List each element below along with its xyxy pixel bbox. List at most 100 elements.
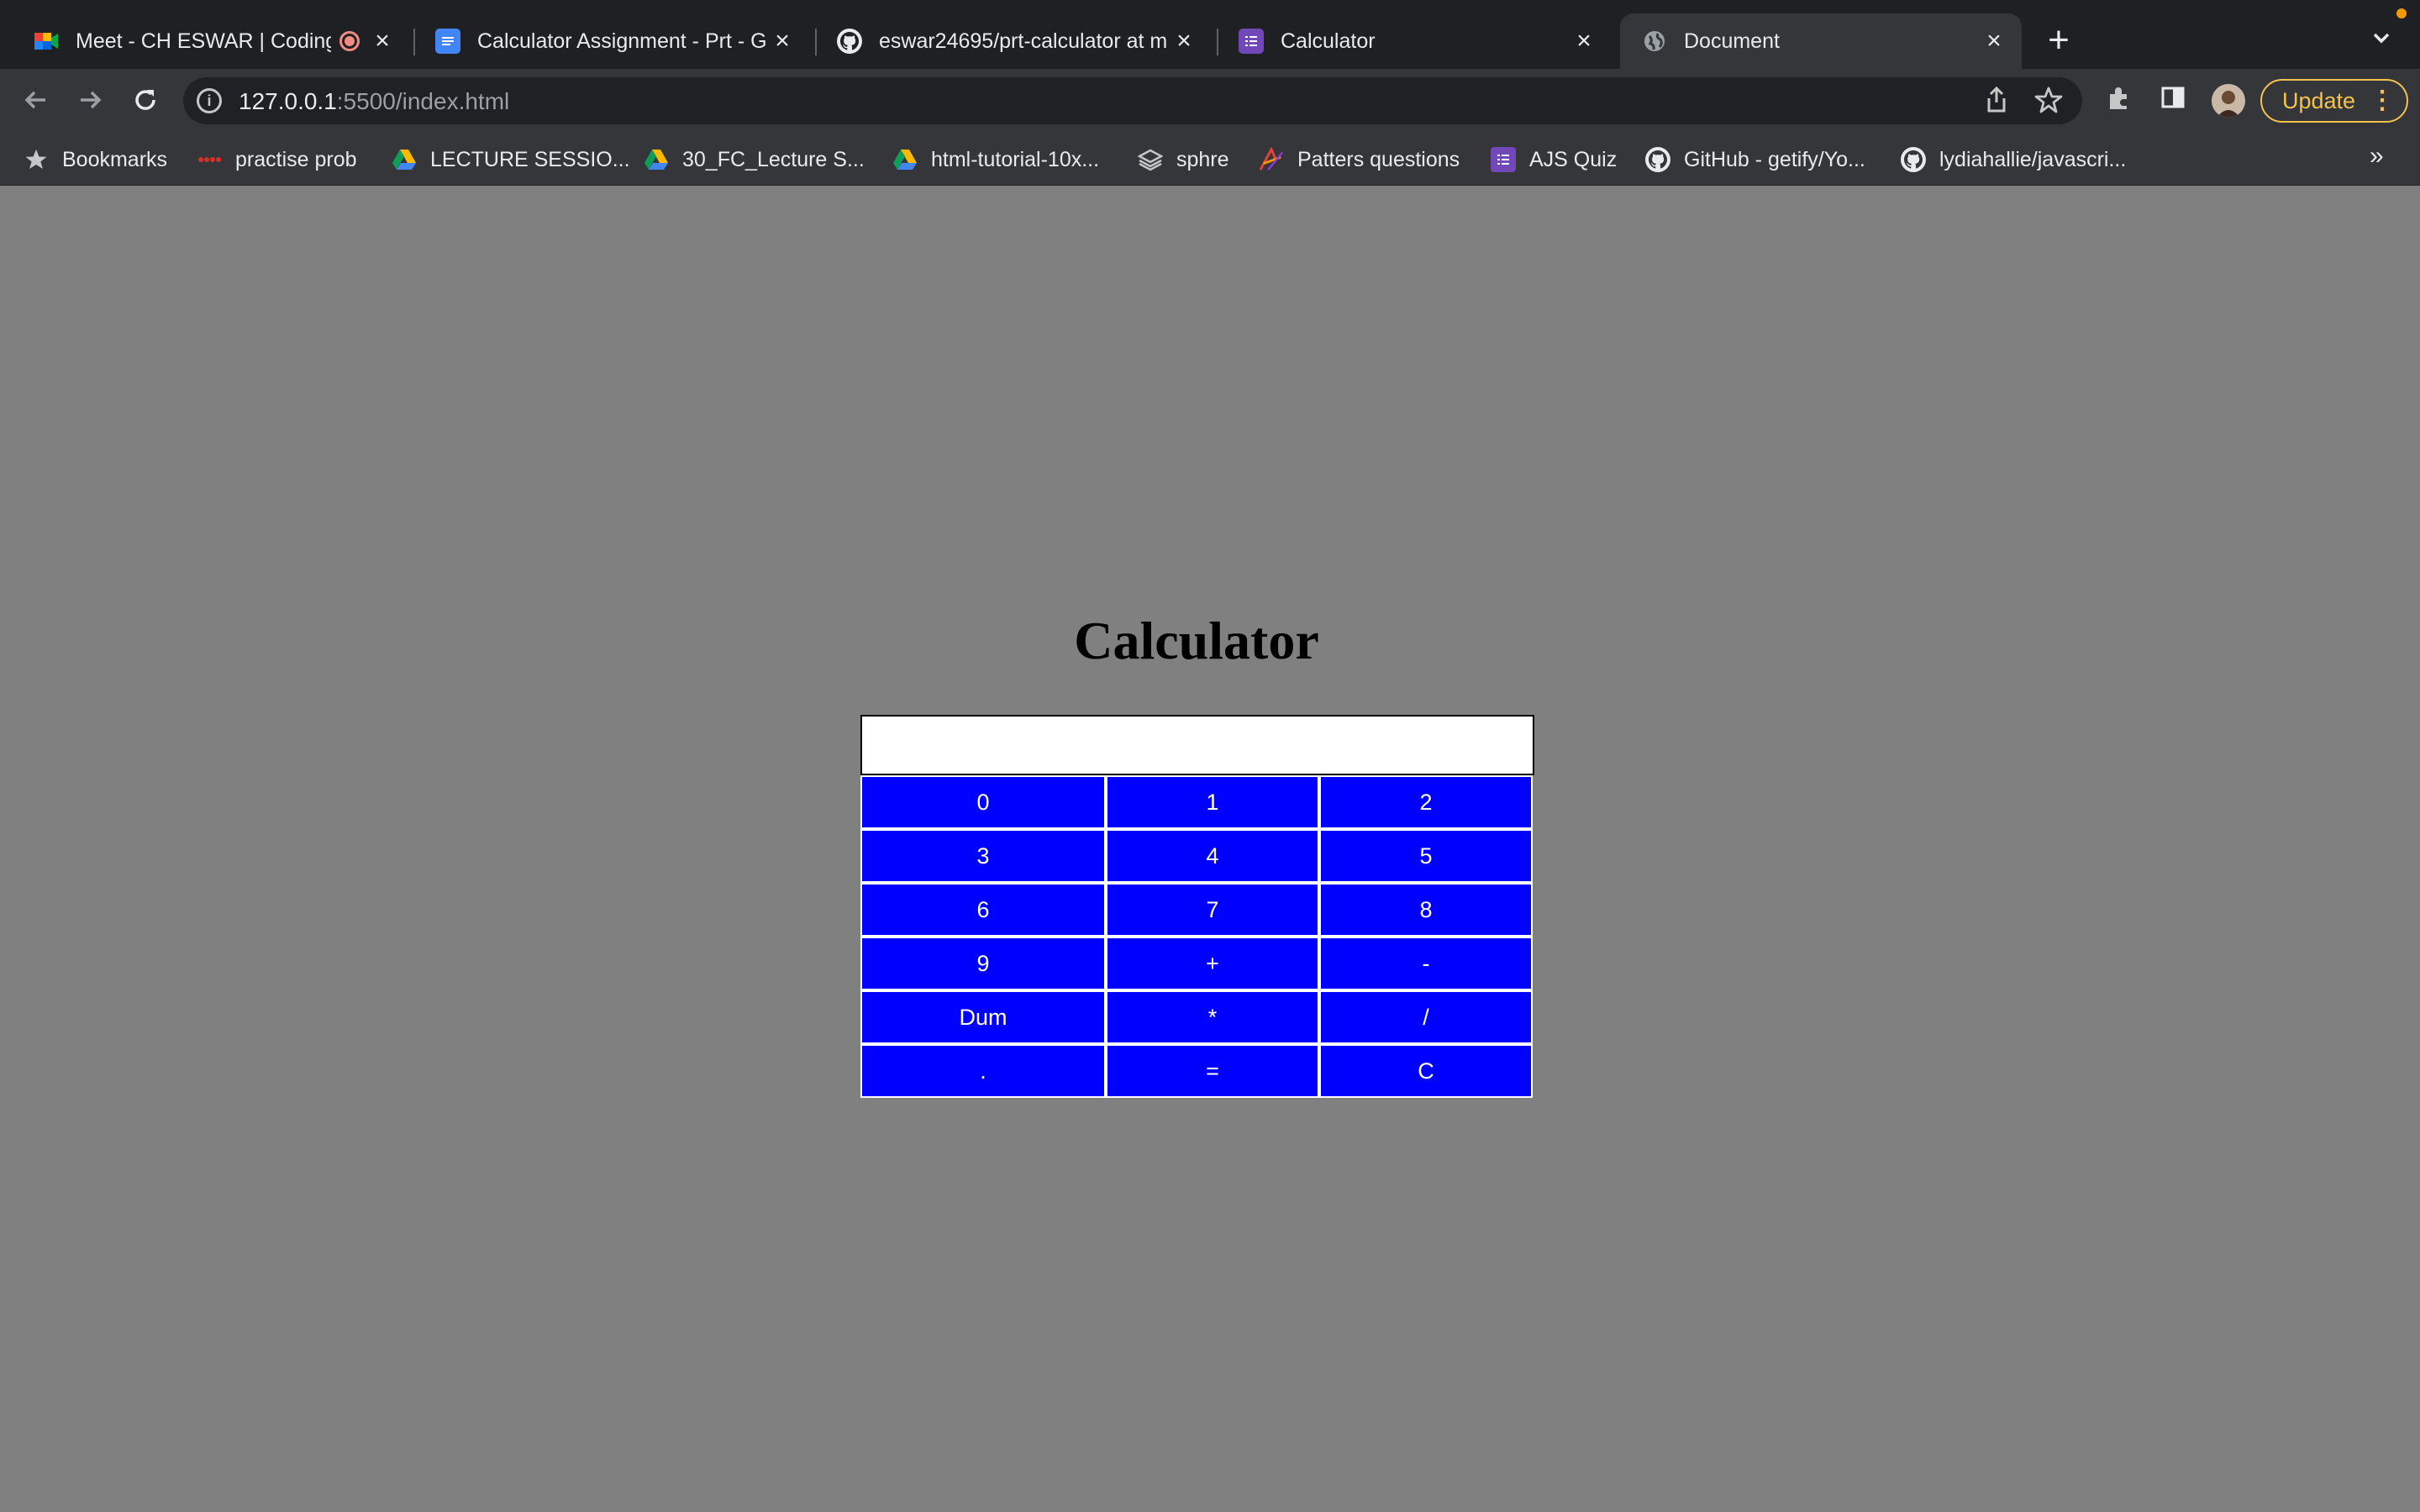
address-bar[interactable]: i 127.0.0.1:5500/index.html: [183, 77, 2082, 124]
key-8[interactable]: 8: [1319, 883, 1533, 937]
reload-button[interactable]: [124, 79, 166, 121]
bookmark-label: practise prob: [235, 147, 357, 171]
bookmark-label: AJS Quiz: [1529, 147, 1618, 171]
close-tab-icon[interactable]: ×: [770, 27, 795, 55]
github-icon: [1645, 147, 1670, 172]
key-dum[interactable]: Dum: [860, 990, 1106, 1044]
bookmark-label: Bookmarks: [62, 147, 168, 171]
keypad-row: 3 4 5: [860, 829, 1533, 883]
page-content: Calculator 0 1 2 3 4 5 6 7 8 9 + - Dum *…: [0, 186, 2420, 1512]
site-info-icon[interactable]: i: [197, 88, 222, 113]
close-tab-icon[interactable]: ×: [1171, 27, 1197, 55]
bookmark-github-getify[interactable]: GitHub - getify/Yo...: [1645, 145, 1865, 174]
key-4[interactable]: 4: [1106, 829, 1319, 883]
bookmark-label: LECTURE SESSIO...: [430, 147, 630, 171]
forms-list-icon: [1239, 29, 1264, 54]
forms-list-icon: [1491, 147, 1516, 172]
close-tab-icon[interactable]: ×: [1571, 27, 1597, 55]
tab-calculator[interactable]: Calculator ×: [1205, 13, 1612, 69]
profile-avatar[interactable]: [2212, 84, 2245, 118]
key-7[interactable]: 7: [1106, 883, 1319, 937]
practise-icon: [197, 147, 222, 172]
star-icon: [24, 147, 49, 172]
url-text[interactable]: 127.0.0.1:5500/index.html: [239, 88, 509, 115]
update-button[interactable]: Update ⋮: [2260, 79, 2408, 123]
bookmark-label: sphre: [1176, 147, 1229, 171]
bookmark-lecture-session[interactable]: LECTURE SESSIO...: [392, 145, 630, 174]
tab-github-repo[interactable]: eswar24695/prt-calculator at m ×: [803, 13, 1212, 69]
layers-icon: [1138, 147, 1163, 172]
globe-icon: [1642, 29, 1667, 54]
pattern-icon: [1259, 147, 1284, 172]
bookmark-label: lydiahallie/javascri...: [1939, 147, 2127, 171]
key-equals[interactable]: =: [1106, 1044, 1319, 1098]
bookmark-star-icon[interactable]: [2033, 86, 2064, 116]
calculator-keypad: 0 1 2 3 4 5 6 7 8 9 + - Dum * / . = C: [860, 775, 1533, 1098]
key-decimal[interactable]: .: [860, 1044, 1106, 1098]
bookmark-patters-questions[interactable]: Patters questions: [1259, 145, 1460, 174]
more-bookmarks-chevron-icon[interactable]: »: [2370, 142, 2384, 171]
forward-button[interactable]: [69, 79, 111, 121]
google-meet-icon: [34, 29, 59, 54]
keypad-row: 0 1 2: [860, 775, 1533, 829]
share-icon[interactable]: [1981, 86, 2012, 116]
keypad-row: 9 + -: [860, 937, 1533, 990]
close-tab-icon[interactable]: ×: [1981, 27, 2007, 55]
tab-title: eswar24695/prt-calculator at m: [879, 29, 1168, 53]
tab-title: Calculator Assignment - Prt - G: [477, 29, 767, 53]
recording-icon: [339, 31, 360, 51]
back-button[interactable]: [15, 79, 57, 121]
key-3[interactable]: 3: [860, 829, 1106, 883]
tab-meet[interactable]: Meet - CH ESWAR | Coding ×: [0, 13, 410, 69]
tab-title: Calculator: [1281, 29, 1376, 53]
url-path: :5500/index.html: [336, 88, 510, 114]
keypad-row: Dum * /: [860, 990, 1533, 1044]
google-drive-icon: [644, 147, 669, 172]
new-tab-button[interactable]: +: [2042, 22, 2075, 59]
notification-dot: [2396, 8, 2407, 18]
close-tab-icon[interactable]: ×: [370, 27, 395, 55]
keypad-row: . = C: [860, 1044, 1533, 1098]
bookmark-sphre[interactable]: sphre: [1138, 145, 1229, 174]
google-drive-icon: [392, 147, 417, 172]
tab-document[interactable]: Document ×: [1620, 13, 2022, 69]
key-plus[interactable]: +: [1106, 937, 1319, 990]
github-icon: [837, 29, 862, 54]
key-divide[interactable]: /: [1319, 990, 1533, 1044]
google-drive-icon: [892, 147, 918, 172]
calculator-display[interactable]: [860, 715, 1534, 775]
key-6[interactable]: 6: [860, 883, 1106, 937]
bookmark-html-tutorial[interactable]: html-tutorial-10x...: [892, 145, 1099, 174]
bookmark-label: html-tutorial-10x...: [931, 147, 1100, 171]
bookmark-lydiahallie[interactable]: lydiahallie/javascri...: [1901, 145, 2126, 174]
bookmark-practise-prob[interactable]: practise prob: [197, 145, 357, 174]
bookmarks-bar: Bookmarks practise prob LECTURE SESSIO..…: [0, 132, 2420, 186]
key-0[interactable]: 0: [860, 775, 1106, 829]
bookmark-30-fc-lecture[interactable]: 30_FC_Lecture S...: [644, 145, 865, 174]
key-minus[interactable]: -: [1319, 937, 1533, 990]
update-label: Update: [2282, 87, 2356, 113]
side-panel-icon[interactable]: [2156, 84, 2190, 118]
key-clear[interactable]: C: [1319, 1044, 1533, 1098]
tab-calculator-assignment[interactable]: Calculator Assignment - Prt - G ×: [402, 13, 810, 69]
key-5[interactable]: 5: [1319, 829, 1533, 883]
kebab-menu-icon[interactable]: ⋮: [2370, 87, 2395, 114]
url-host: 127.0.0.1: [239, 88, 337, 114]
bookmark-label: Patters questions: [1297, 147, 1460, 171]
browser-toolbar: i 127.0.0.1:5500/index.html Update ⋮: [0, 69, 2420, 132]
key-1[interactable]: 1: [1106, 775, 1319, 829]
tab-search-chevron-icon[interactable]: [2366, 25, 2396, 55]
tab-strip: Meet - CH ESWAR | Coding × Calculator As…: [0, 0, 2420, 69]
bookmark-label: GitHub - getify/Yo...: [1684, 147, 1865, 171]
github-icon: [1901, 147, 1926, 172]
keypad-row: 6 7 8: [860, 883, 1533, 937]
bookmark-ajs-quiz[interactable]: AJS Quiz: [1491, 145, 1617, 174]
key-9[interactable]: 9: [860, 937, 1106, 990]
key-2[interactable]: 2: [1319, 775, 1533, 829]
extensions-puzzle-icon[interactable]: [2102, 84, 2136, 118]
bookmarks-manager[interactable]: Bookmarks: [24, 145, 167, 174]
key-multiply[interactable]: *: [1106, 990, 1319, 1044]
google-docs-icon: [435, 29, 460, 54]
bookmark-label: 30_FC_Lecture S...: [682, 147, 865, 171]
tab-title: Document: [1684, 29, 1780, 53]
